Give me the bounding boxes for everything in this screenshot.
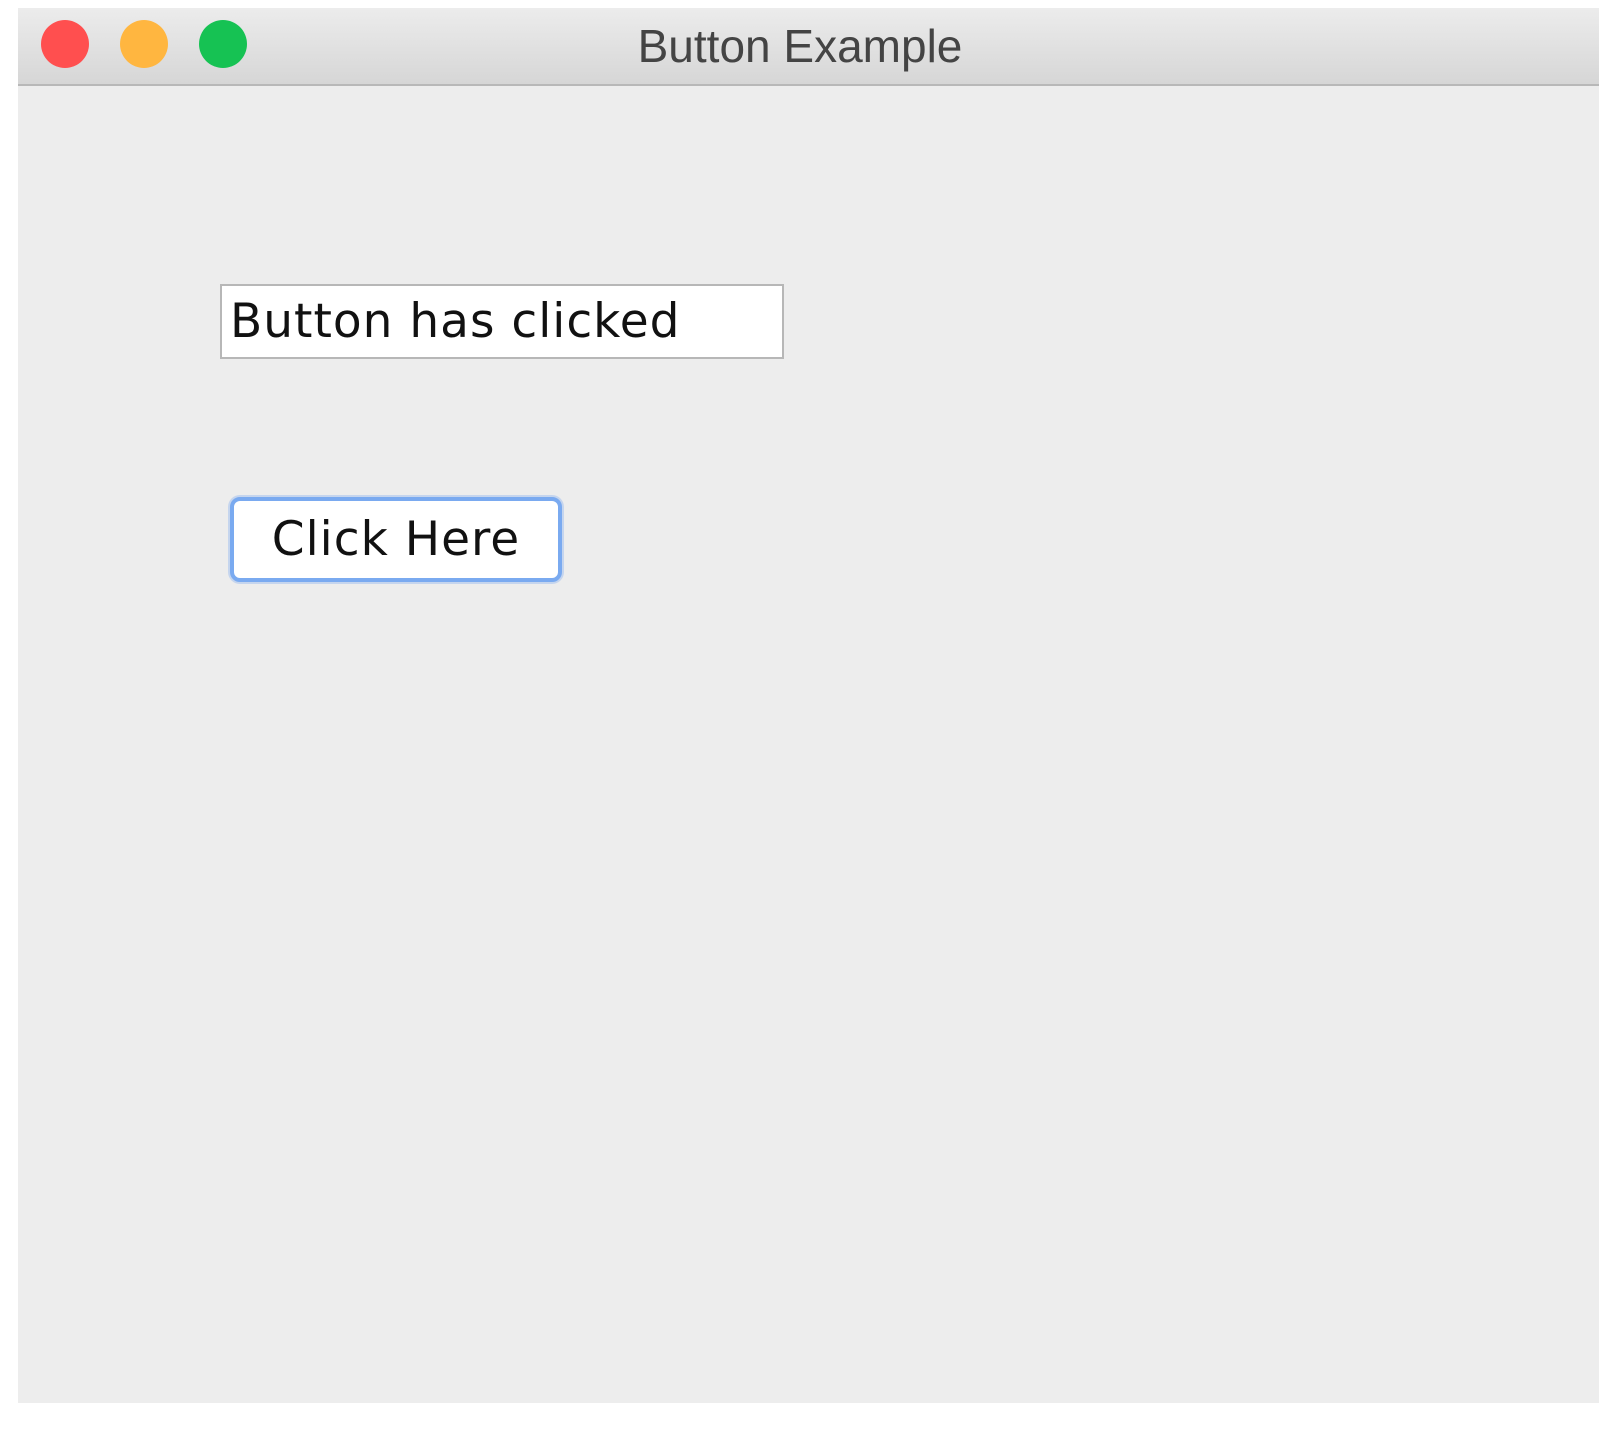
result-text-field[interactable] <box>220 284 784 359</box>
window-title: Button Example <box>637 20 963 72</box>
app-window: Button Example Click Here <box>18 8 1599 1403</box>
title-bar[interactable]: Button Example <box>18 8 1599 86</box>
click-here-button[interactable]: Click Here <box>230 497 562 582</box>
